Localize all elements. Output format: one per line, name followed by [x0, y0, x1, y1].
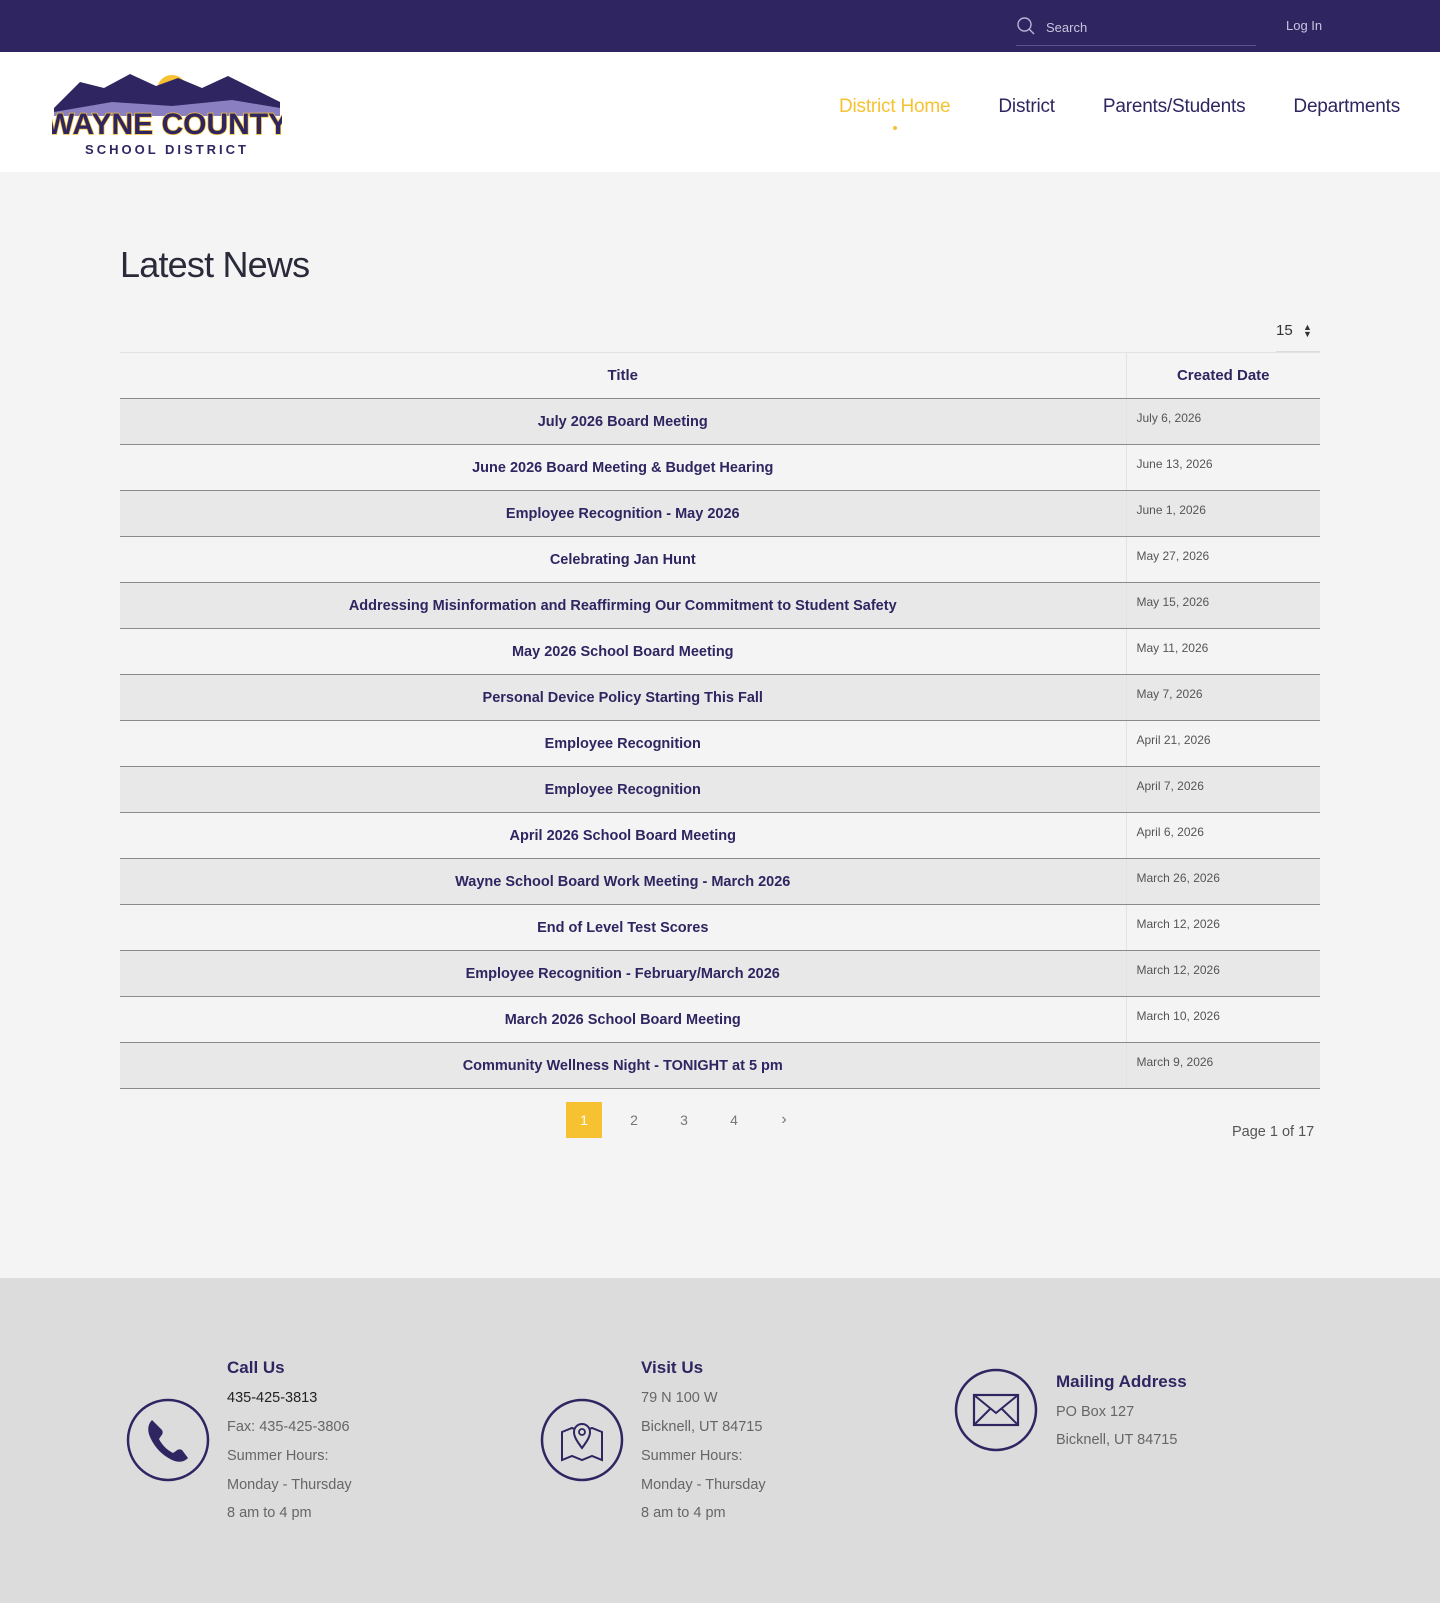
- news-title-link[interactable]: April 2026 School Board Meeting: [510, 828, 736, 844]
- news-date: April 7, 2026: [1126, 766, 1320, 813]
- news-title-link[interactable]: Employee Recognition - May 2026: [506, 506, 740, 522]
- table-row: July 2026 Board Meeting July 6, 2026: [120, 398, 1320, 445]
- sort-arrows-icon: ▲ ▼: [1303, 322, 1312, 339]
- table-row: Employee Recognition April 21, 2026: [120, 720, 1320, 767]
- news-title-link[interactable]: June 2026 Board Meeting & Budget Hearing: [472, 460, 773, 476]
- news-date: April 21, 2026: [1126, 720, 1320, 767]
- news-date: March 26, 2026: [1126, 858, 1320, 905]
- news-date: July 6, 2026: [1126, 398, 1320, 445]
- nav-item-district-home[interactable]: District Home: [839, 96, 951, 118]
- footer-call-hours-label: Summer Hours:: [227, 1448, 329, 1464]
- table-row: Employee Recognition - May 2026 June 1, 2…: [120, 490, 1320, 537]
- district-logo[interactable]: WAYNE COUNTY SCHOOL DISTRICT: [45, 68, 289, 158]
- news-date: May 7, 2026: [1126, 674, 1320, 721]
- footer-call-title: Call Us: [227, 1358, 285, 1377]
- footer-po-box: PO Box 127: [1056, 1404, 1135, 1420]
- table-row: Celebrating Jan Hunt May 27, 2026: [120, 536, 1320, 583]
- news-title-link[interactable]: Employee Recognition - February/March 20…: [466, 966, 780, 982]
- column-header-title[interactable]: Title: [120, 352, 1127, 399]
- table-row: Employee Recognition - February/March 20…: [120, 950, 1320, 997]
- table-header-row: Title Created Date: [120, 352, 1320, 399]
- news-date: March 12, 2026: [1126, 950, 1320, 997]
- footer-visit-title: Visit Us: [641, 1358, 704, 1377]
- news-title-link[interactable]: March 2026 School Board Meeting: [505, 1012, 741, 1028]
- news-date: March 12, 2026: [1126, 904, 1320, 951]
- search-icon[interactable]: [1016, 16, 1036, 36]
- news-title-link[interactable]: Addressing Misinformation and Reaffirmin…: [349, 598, 897, 614]
- footer-phone-link[interactable]: 435-425-3813: [227, 1390, 317, 1406]
- footer-street: 79 N 100 W: [641, 1390, 718, 1406]
- column-header-created-date[interactable]: Created Date: [1126, 352, 1320, 399]
- news-title-link[interactable]: Celebrating Jan Hunt: [550, 552, 696, 568]
- main-nav: District Home District Parents/Students …: [839, 96, 1400, 118]
- search-box: [1016, 12, 1256, 46]
- news-title-link[interactable]: Community Wellness Night - TONIGHT at 5 …: [463, 1058, 783, 1074]
- nav-item-parents-students[interactable]: Parents/Students: [1103, 96, 1246, 118]
- next-page-chevron-icon[interactable]: ›: [766, 1102, 802, 1138]
- footer-mail-title: Mailing Address: [1056, 1372, 1187, 1391]
- news-title-link[interactable]: Employee Recognition: [545, 736, 701, 752]
- footer-visit-city: Bicknell, UT 84715: [641, 1419, 763, 1435]
- nav-item-district[interactable]: District: [998, 96, 1055, 118]
- site-header: WAYNE COUNTY SCHOOL DISTRICT District Ho…: [0, 52, 1440, 172]
- logo-wordmark: WAYNE COUNTY: [52, 108, 282, 141]
- page-link-1[interactable]: 1: [566, 1102, 602, 1138]
- news-date: June 1, 2026: [1126, 490, 1320, 537]
- footer-mail-city: Bicknell, UT 84715: [1056, 1432, 1178, 1448]
- table-row: Community Wellness Night - TONIGHT at 5 …: [120, 1042, 1320, 1089]
- news-title-link[interactable]: End of Level Test Scores: [537, 920, 708, 936]
- news-table-body: July 2026 Board Meeting July 6, 2026 June…: [120, 398, 1320, 1089]
- top-utility-bar: Log In: [0, 0, 1440, 52]
- page-link-3[interactable]: 3: [666, 1102, 702, 1138]
- page-summary: Page 1 of 17: [1232, 1124, 1315, 1140]
- footer-visit-time: 8 am to 4 pm: [641, 1505, 726, 1521]
- table-row: June 2026 Board Meeting & Budget Hearing…: [120, 444, 1320, 491]
- table-row: March 2026 School Board Meeting March 10,…: [120, 996, 1320, 1043]
- table-row: Addressing Misinformation and Reaffirmin…: [120, 582, 1320, 629]
- footer-visit-days: Monday - Thursday: [641, 1477, 766, 1493]
- news-title-link[interactable]: Wayne School Board Work Meeting - March …: [455, 874, 790, 890]
- logo-image: WAYNE COUNTY SCHOOL DISTRICT: [45, 74, 289, 157]
- per-page-value: 15: [1276, 322, 1293, 339]
- page-title: Latest News: [120, 244, 310, 285]
- news-title-link[interactable]: May 2026 School Board Meeting: [512, 644, 734, 660]
- map-pin-icon: [540, 1398, 624, 1482]
- phone-icon: [126, 1398, 210, 1482]
- login-link[interactable]: Log In: [1286, 18, 1322, 33]
- page-link-2[interactable]: 2: [616, 1102, 652, 1138]
- news-date: May 11, 2026: [1126, 628, 1320, 675]
- table-row: Employee Recognition April 7, 2026: [120, 766, 1320, 813]
- pagination: 1 2 3 4 ›: [566, 1102, 802, 1138]
- news-title-link[interactable]: Employee Recognition: [545, 782, 701, 798]
- envelope-icon: [954, 1368, 1038, 1452]
- table-row: Personal Device Policy Starting This Fal…: [120, 674, 1320, 721]
- news-date: May 27, 2026: [1126, 536, 1320, 583]
- news-title-link[interactable]: July 2026 Board Meeting: [538, 414, 708, 430]
- news-title-link[interactable]: Personal Device Policy Starting This Fal…: [483, 690, 763, 706]
- table-row: May 2026 School Board Meeting May 11, 202…: [120, 628, 1320, 675]
- news-date: May 15, 2026: [1126, 582, 1320, 629]
- table-row: April 2026 School Board Meeting April 6, …: [120, 812, 1320, 859]
- table-row: End of Level Test Scores March 12, 2026: [120, 904, 1320, 951]
- table-row: Wayne School Board Work Meeting - March …: [120, 858, 1320, 905]
- logo-subtitle: SCHOOL DISTRICT: [85, 142, 249, 157]
- footer-call-time: 8 am to 4 pm: [227, 1505, 312, 1521]
- footer-fax: Fax: 435-425-3806: [227, 1419, 350, 1435]
- per-page-select[interactable]: 15 ▲ ▼: [1276, 318, 1320, 352]
- page-link-4[interactable]: 4: [716, 1102, 752, 1138]
- footer-call-days: Monday - Thursday: [227, 1477, 352, 1493]
- news-date: June 13, 2026: [1126, 444, 1320, 491]
- news-date: March 9, 2026: [1126, 1042, 1320, 1089]
- nav-item-departments[interactable]: Departments: [1293, 96, 1400, 118]
- news-date: March 10, 2026: [1126, 996, 1320, 1043]
- news-date: April 6, 2026: [1126, 812, 1320, 859]
- footer-visit-hours-label: Summer Hours:: [641, 1448, 743, 1464]
- search-input[interactable]: [1046, 16, 1246, 38]
- news-table: Title Created Date July 2026 Board Meeti…: [120, 352, 1320, 1089]
- site-footer: Call Us 435-425-3813 Fax: 435-425-3806 S…: [0, 1278, 1440, 1603]
